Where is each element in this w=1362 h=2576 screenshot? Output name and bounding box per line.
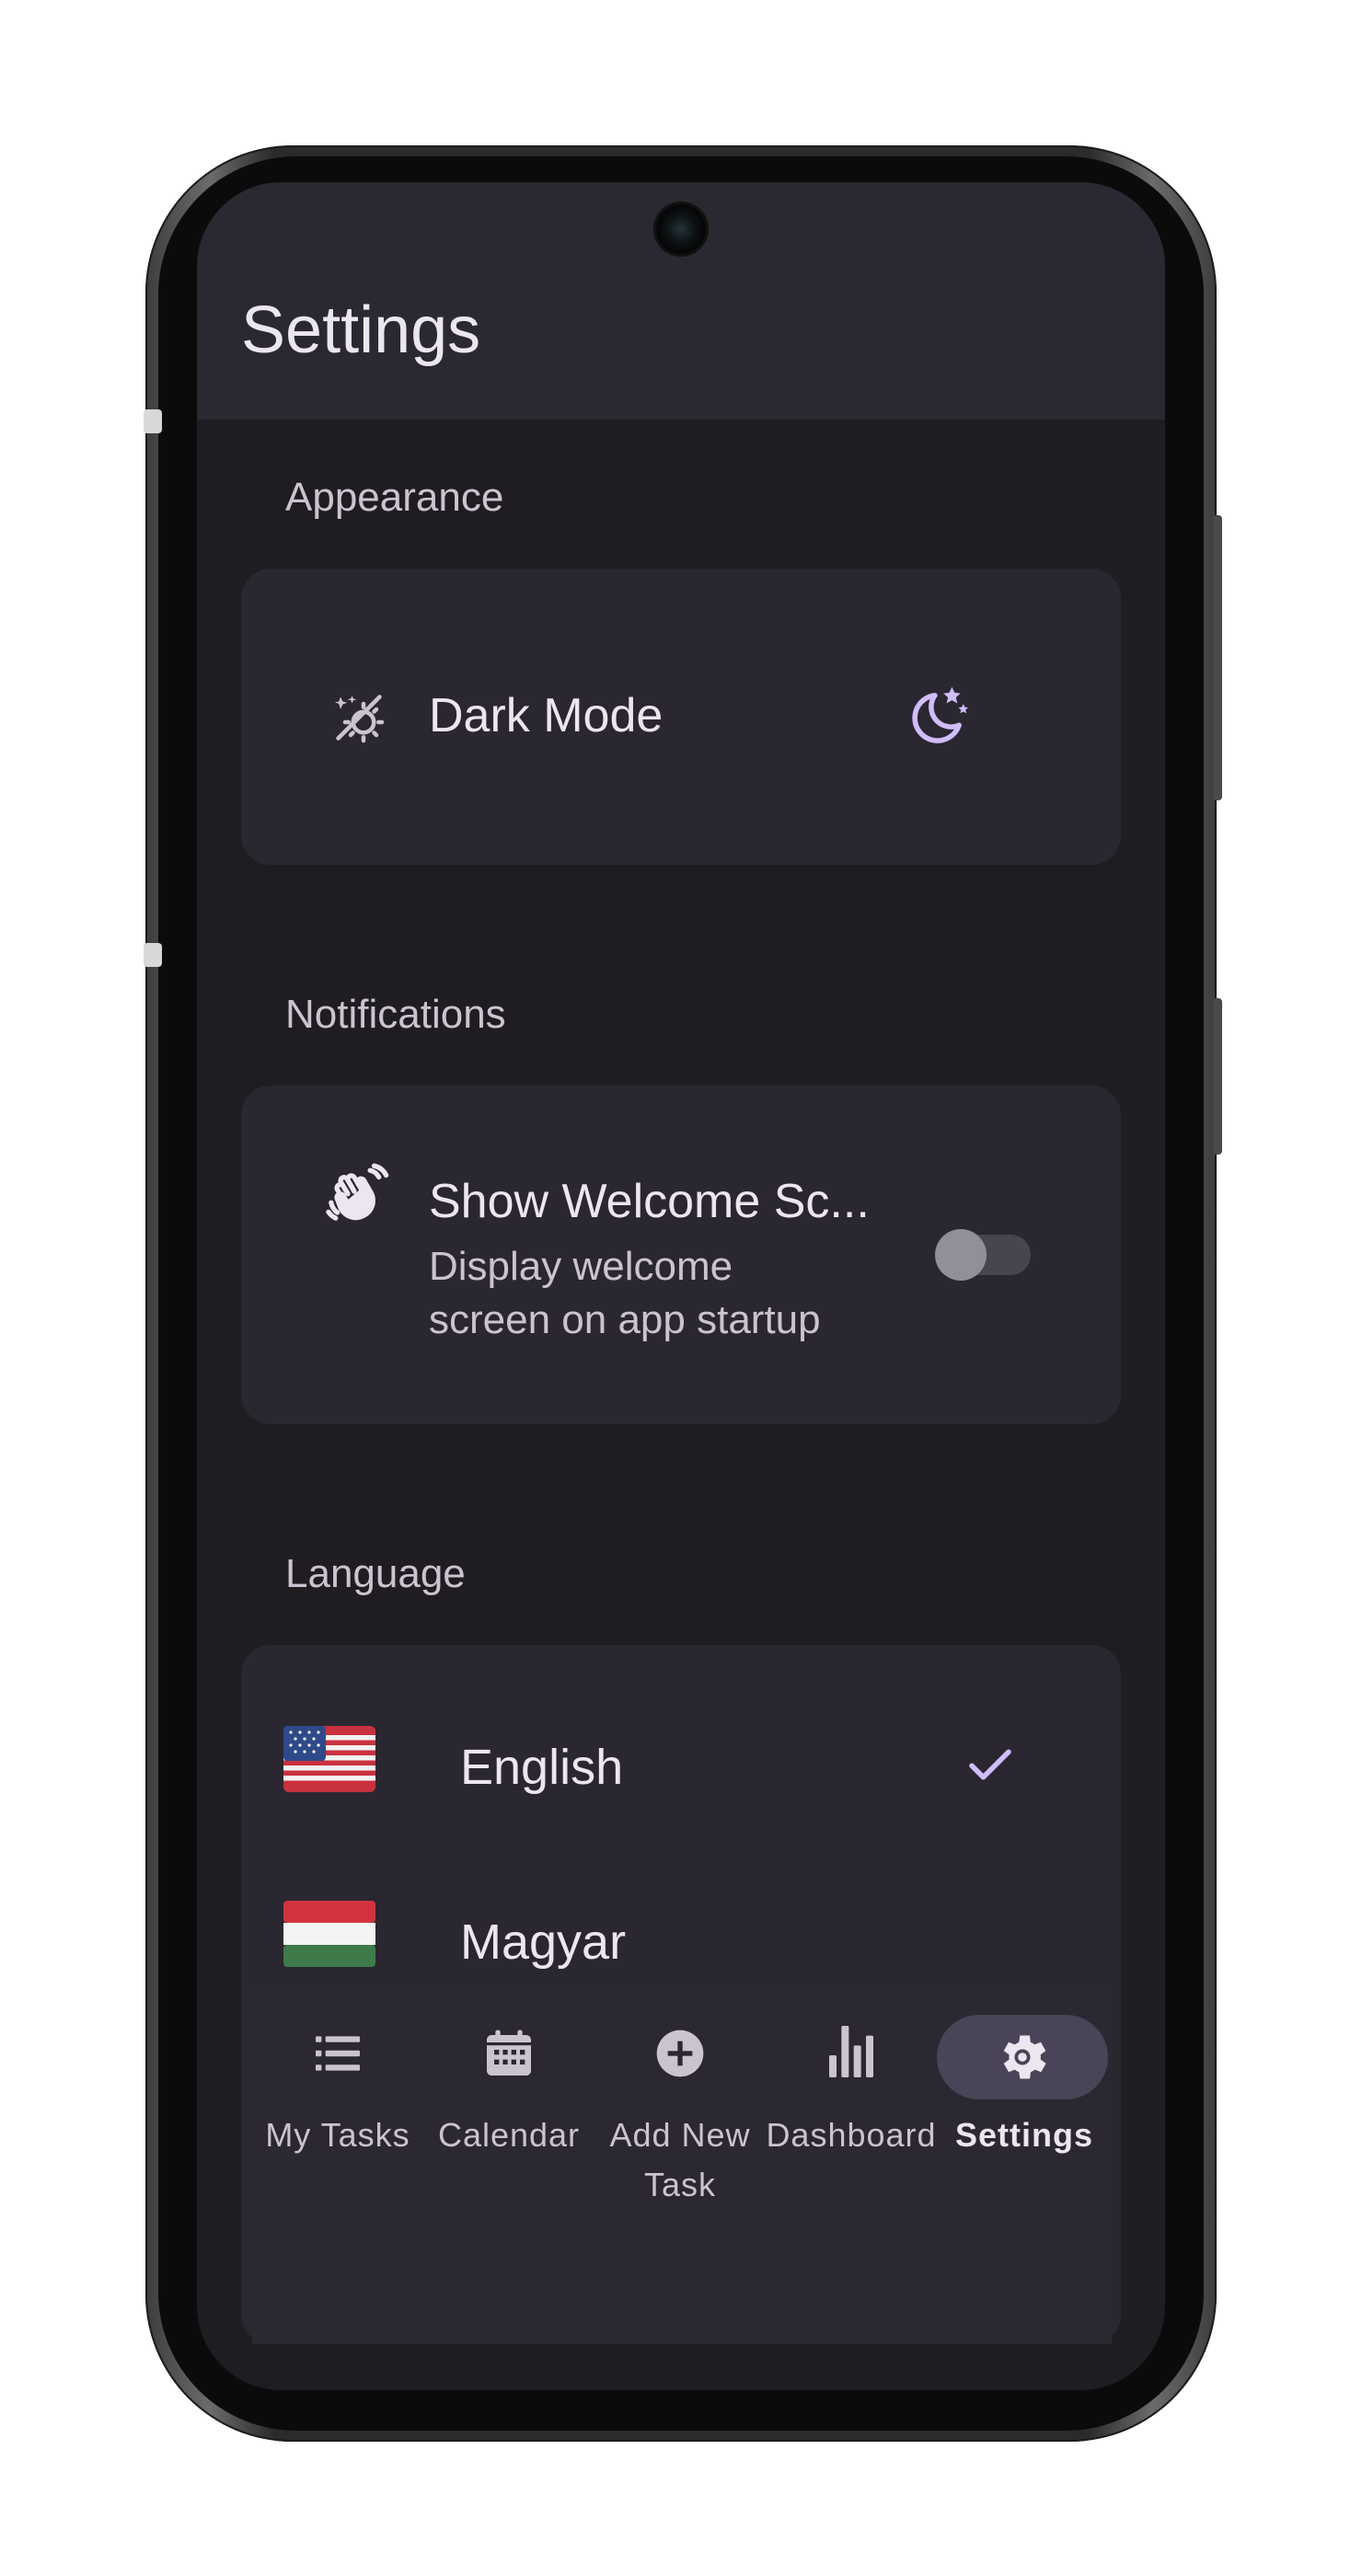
language-name-magyar: Magyar: [460, 1915, 627, 1970]
left-marker: [144, 943, 162, 967]
gear-icon: [993, 2028, 1052, 2087]
front-camera: [656, 204, 706, 254]
language-name-english: English: [460, 1740, 624, 1795]
power-button: [1213, 998, 1222, 1155]
welcome-screen-card[interactable]: Show Welcome Sc... Display welcome scree…: [241, 1086, 1121, 1424]
waving-hand-icon: [326, 1161, 390, 1225]
nav-item-add-new-task[interactable]: Add New Task: [594, 1985, 766, 2225]
nav-item-my-tasks[interactable]: My Tasks: [252, 1985, 423, 2225]
dark-mode-title: Dark Mode: [429, 689, 664, 742]
welcome-screen-toggle[interactable]: [935, 1229, 1031, 1281]
nav-label-dashboard: Dashboard: [766, 2116, 937, 2154]
section-label-appearance: Appearance: [285, 475, 504, 520]
section-label-notifications: Notifications: [285, 992, 506, 1037]
nav-label-add-new: Add New: [609, 2116, 751, 2154]
nav-item-settings[interactable]: Settings: [937, 1985, 1112, 2225]
nav-label-settings: Settings: [954, 2116, 1093, 2154]
list-icon: [308, 2024, 367, 2083]
volume-button: [1213, 515, 1222, 800]
check-icon: [963, 1737, 1018, 1792]
theme-auto-icon: [331, 690, 387, 745]
app-screen: Settings Appearance Dark Mode Notificati…: [197, 182, 1165, 2390]
dark-mode-card[interactable]: Dark Mode: [241, 569, 1121, 865]
nav-label-task: Task: [643, 2166, 717, 2203]
welcome-screen-subtitle-line2: screen on app startup: [429, 1297, 821, 1342]
nav-label-my-tasks: My Tasks: [265, 2116, 410, 2154]
welcome-screen-subtitle-line1: Display welcome: [429, 1244, 733, 1289]
bar-chart-icon: [822, 2020, 881, 2083]
left-marker: [144, 409, 162, 433]
page-title: Settings: [241, 293, 481, 367]
nav-label-calendar: Calendar: [437, 2116, 581, 2154]
section-label-language: Language: [285, 1551, 466, 1596]
moon-stars-icon[interactable]: [904, 683, 972, 751]
language-item-english[interactable]: English: [241, 1682, 1121, 1847]
welcome-screen-title: Show Welcome Sc...: [429, 1175, 870, 1228]
add-circle-icon: [651, 2024, 710, 2083]
nav-item-calendar[interactable]: Calendar: [423, 1985, 594, 2225]
calendar-icon: [479, 2024, 538, 2083]
nav-item-dashboard[interactable]: Dashboard: [766, 1985, 937, 2225]
gesture-area: [197, 2344, 1165, 2390]
us-flag-icon: [283, 1726, 375, 1792]
bottom-navigation: My Tasks Calendar Add New Task Dashboard…: [252, 1985, 1112, 2344]
hu-flag-icon: [283, 1901, 375, 1967]
toggle-thumb: [935, 1229, 987, 1281]
